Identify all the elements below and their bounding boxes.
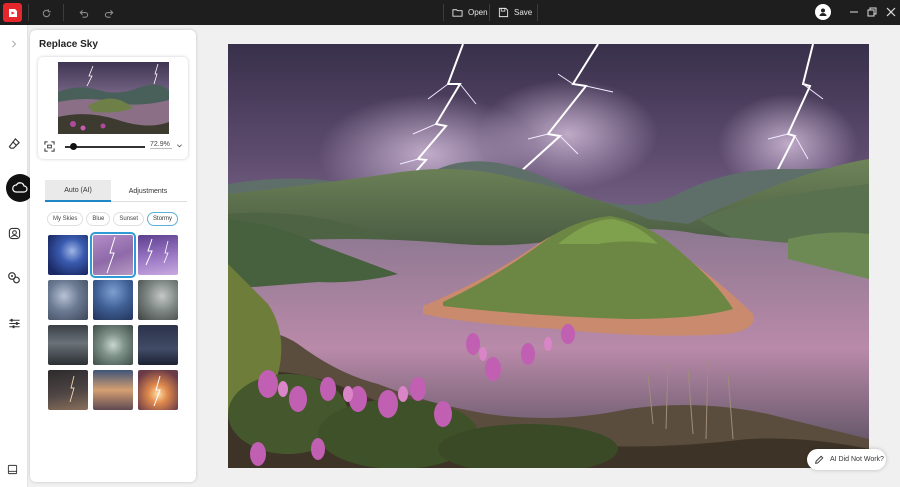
photo-canvas[interactable] <box>228 44 869 468</box>
zoom-slider-track[interactable] <box>65 146 145 148</box>
zoom-value[interactable]: 72.9% <box>150 141 172 149</box>
ai-feedback-button[interactable]: AI Did Not Work? <box>807 449 886 470</box>
eraser-icon[interactable] <box>2 131 26 155</box>
open-button-label: Open <box>468 8 488 17</box>
sky-thumbnail[interactable] <box>48 370 88 410</box>
replace-sky-panel: Replace Sky 72.9% Auto (AI) Adjustments … <box>30 30 196 482</box>
open-button[interactable]: Open <box>452 4 488 21</box>
sky-thumbnail[interactable] <box>48 280 88 320</box>
minimize-icon[interactable] <box>847 5 861 19</box>
tool-rail <box>0 25 34 487</box>
sky-thumbnail[interactable] <box>48 235 88 275</box>
portrait-tool-icon[interactable] <box>2 221 26 245</box>
sky-thumbnail[interactable] <box>138 325 178 365</box>
save-icon <box>498 7 509 18</box>
zoom-slider-handle[interactable] <box>70 143 77 150</box>
fit-screen-icon[interactable] <box>44 141 55 152</box>
sky-thumbnail[interactable] <box>138 235 178 275</box>
sky-thumbnail[interactable] <box>48 325 88 365</box>
restore-icon[interactable] <box>865 5 879 19</box>
sky-thumbnail[interactable] <box>138 280 178 320</box>
zoom-control: 72.9% <box>44 141 182 153</box>
object-remove-tool-icon[interactable] <box>2 266 26 290</box>
sky-thumbnail-grid <box>48 232 179 410</box>
chip-sunset[interactable]: Sunset <box>113 212 145 226</box>
folder-icon <box>452 9 463 17</box>
toolbar-divider <box>63 4 64 21</box>
toolbar-divider <box>537 4 538 21</box>
sky-thumbnail[interactable] <box>90 232 136 278</box>
toolbar-divider <box>489 4 490 21</box>
panel-toggle-icon[interactable] <box>5 462 19 476</box>
redo-icon[interactable] <box>101 5 117 21</box>
title-bar: Open Save <box>0 0 900 25</box>
chip-stormy[interactable]: Stormy <box>147 212 179 226</box>
sky-thumbnail[interactable] <box>93 370 133 410</box>
tab-auto-ai[interactable]: Auto (AI) <box>45 180 111 202</box>
save-button[interactable]: Save <box>498 4 532 21</box>
undo-icon[interactable] <box>75 5 91 21</box>
sky-thumbnail[interactable] <box>93 280 133 320</box>
save-button-label: Save <box>514 8 533 17</box>
account-avatar-icon[interactable] <box>815 4 831 20</box>
toolbar-divider <box>28 4 29 21</box>
chip-my-skies[interactable]: My Skies <box>47 212 84 226</box>
ai-feedback-label: AI Did Not Work? <box>830 456 884 463</box>
tab-adjustments[interactable]: Adjustments <box>113 180 183 202</box>
preview-thumbnail[interactable] <box>58 62 169 134</box>
reset-icon[interactable] <box>38 5 54 21</box>
toolbar-divider <box>443 4 444 21</box>
preview-card: 72.9% <box>38 57 188 159</box>
chip-blue[interactable]: Blue <box>86 212 111 226</box>
sky-thumbnail[interactable] <box>138 370 178 410</box>
sky-category-chips: My Skies Blue Sunset Stormy <box>47 212 179 228</box>
mode-tabs: Auto (AI) Adjustments <box>45 180 187 202</box>
sky-thumbnail[interactable] <box>93 325 133 365</box>
adjustments-sliders-icon[interactable] <box>2 311 26 335</box>
panel-title: Replace Sky <box>39 39 98 50</box>
expand-chevron-icon[interactable] <box>2 32 26 56</box>
close-icon[interactable] <box>884 5 898 19</box>
zoom-dropdown-chevron-icon[interactable] <box>176 142 183 151</box>
app-logo-icon <box>3 3 22 22</box>
pencil-icon <box>815 455 824 464</box>
